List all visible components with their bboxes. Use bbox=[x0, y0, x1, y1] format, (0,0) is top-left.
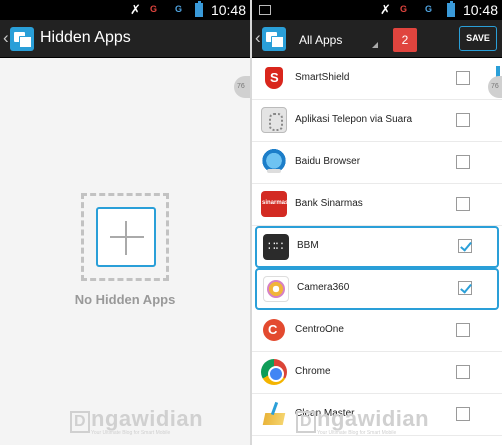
app-list-item[interactable]: BBM bbox=[255, 226, 499, 268]
select-apps-screen: ✗ G G 10:48 ‹ All Apps 2 SAVE SmartShiel… bbox=[252, 0, 502, 445]
bbm-icon bbox=[263, 234, 289, 260]
voice-dialer-icon bbox=[261, 107, 287, 133]
sim2-signal-icon: G bbox=[425, 4, 433, 14]
app-list-item[interactable]: CentroOne bbox=[252, 310, 502, 352]
action-bar: ‹ All Apps 2 SAVE bbox=[252, 20, 502, 58]
app-checkbox[interactable] bbox=[456, 365, 470, 379]
sim1-signal-icon: G bbox=[400, 4, 408, 14]
status-bar: ✗ G G 10:48 bbox=[0, 0, 250, 20]
sim2-signal-icon: G bbox=[175, 4, 183, 14]
battery-icon bbox=[447, 1, 455, 17]
app-checkbox[interactable] bbox=[456, 197, 470, 211]
app-list-item[interactable]: Camera360 bbox=[255, 268, 499, 310]
app-name: Bank Sinarmas bbox=[295, 198, 363, 209]
save-button[interactable]: SAVE bbox=[459, 26, 497, 51]
battery-icon bbox=[195, 1, 203, 17]
app-checkbox[interactable] bbox=[458, 239, 472, 253]
bank-sinarmas-icon bbox=[261, 191, 288, 217]
image-notification-icon bbox=[259, 5, 271, 15]
watermark-logo: Dngawidian Your Ultimate Blog for Smart M… bbox=[70, 406, 203, 436]
app-name: Baidu Browser bbox=[295, 156, 361, 167]
action-bar: ‹ Hidden Apps bbox=[0, 20, 250, 58]
app-checkbox[interactable] bbox=[456, 155, 470, 169]
app-list-item[interactable]: Aplikasi Telepon via Suara bbox=[252, 100, 502, 142]
app-list-item[interactable]: Chrome bbox=[252, 352, 502, 394]
clean-master-icon bbox=[261, 401, 287, 427]
app-name: SmartShield bbox=[295, 72, 350, 83]
back-icon[interactable]: ‹ bbox=[255, 28, 261, 48]
status-bar: ✗ G G 10:48 bbox=[252, 0, 502, 20]
app-list-item[interactable]: Baidu Browser bbox=[252, 142, 502, 184]
sim1-signal-icon: G bbox=[150, 4, 158, 14]
mute-icon: ✗ bbox=[380, 2, 391, 17]
app-name: BBM bbox=[297, 240, 319, 251]
app-checkbox[interactable] bbox=[456, 71, 470, 85]
app-checkbox[interactable] bbox=[458, 281, 472, 295]
status-time: 10:48 bbox=[462, 2, 498, 18]
page-title: Hidden Apps bbox=[40, 29, 131, 46]
empty-state-text: No Hidden Apps bbox=[74, 292, 176, 307]
add-app-button[interactable] bbox=[96, 207, 156, 267]
side-panel-tab[interactable]: 76 bbox=[234, 76, 250, 98]
app-name: CentroOne bbox=[295, 324, 344, 335]
app-list-item[interactable]: Bank Sinarmas bbox=[252, 184, 502, 226]
selected-count-badge: 2 bbox=[393, 28, 417, 52]
app-logo-icon[interactable] bbox=[262, 27, 286, 51]
chrome-icon bbox=[261, 359, 287, 385]
app-list-item[interactable]: SmartShield bbox=[252, 58, 502, 100]
baidu-browser-icon bbox=[261, 149, 287, 175]
app-name: Aplikasi Telepon via Suara bbox=[295, 114, 413, 125]
app-list: SmartShield Aplikasi Telepon via Suara Bai… bbox=[252, 58, 502, 436]
status-time: 10:48 bbox=[210, 2, 246, 18]
app-logo-icon[interactable] bbox=[10, 27, 34, 51]
mute-icon: ✗ bbox=[130, 2, 141, 17]
camera360-icon bbox=[263, 276, 289, 302]
add-hidden-app-area bbox=[81, 193, 169, 281]
back-icon[interactable]: ‹ bbox=[3, 28, 9, 48]
hidden-apps-screen: ✗ G G 10:48 ‹ Hidden Apps No Hidden Apps… bbox=[0, 0, 250, 445]
app-checkbox[interactable] bbox=[456, 323, 470, 337]
centroone-icon bbox=[261, 317, 287, 343]
app-checkbox[interactable] bbox=[456, 113, 470, 127]
app-checkbox[interactable] bbox=[456, 407, 470, 421]
app-filter-dropdown[interactable]: All Apps bbox=[292, 28, 380, 52]
app-name: Chrome bbox=[295, 366, 331, 377]
watermark-logo: Dngawidian Your Ultimate Blog for Smart M… bbox=[296, 406, 429, 436]
smartshield-icon bbox=[261, 65, 287, 91]
app-name: Camera360 bbox=[297, 282, 350, 293]
